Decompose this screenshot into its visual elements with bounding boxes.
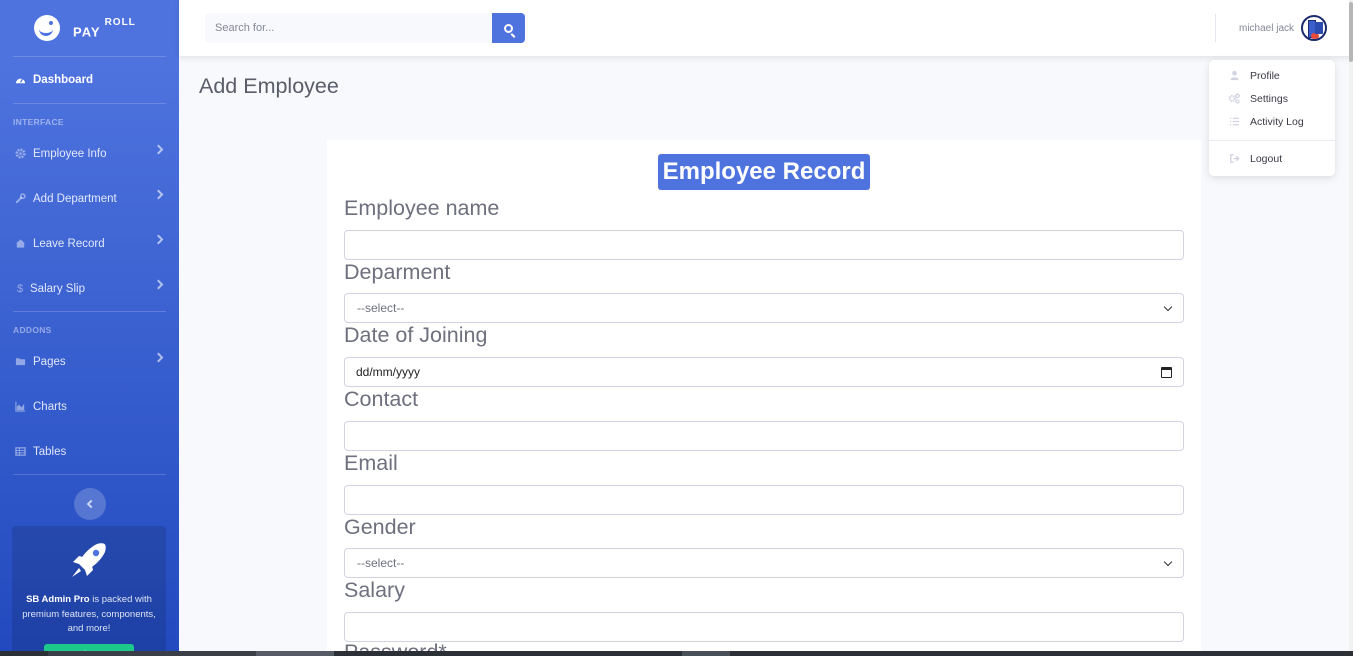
- topbar-divider: [1215, 14, 1216, 42]
- menu-divider: [1209, 140, 1335, 141]
- date-of-joining-label: Date of Joining: [344, 323, 488, 347]
- page-title: Add Employee: [199, 74, 339, 98]
- os-taskbar: [0, 651, 1353, 656]
- search-icon: [504, 23, 513, 33]
- sidebar-item-dashboard[interactable]: Dashboard: [0, 57, 179, 103]
- brand[interactable]: PAYROLL: [0, 0, 179, 56]
- sidebar-item-pages[interactable]: Pages: [0, 339, 179, 384]
- wrench-icon: [14, 193, 26, 205]
- sidebar-item-salary-slip[interactable]: $ Salary Slip: [0, 266, 179, 311]
- chevron-right-icon: [153, 144, 164, 155]
- sidebar-toggle-button[interactable]: [73, 488, 106, 520]
- salary-input[interactable]: [344, 612, 1184, 642]
- chevron-right-icon: [153, 234, 164, 245]
- search-button[interactable]: [492, 13, 525, 43]
- sidebar-item-label: Charts: [33, 400, 67, 413]
- menu-item-label: Logout: [1250, 152, 1283, 165]
- home-icon: [14, 238, 26, 250]
- employee-form-card: Employee Record Employee name Deparment …: [327, 140, 1201, 656]
- menu-item-activity-log[interactable]: Activity Log: [1209, 110, 1335, 133]
- tachometer-icon: [14, 74, 26, 86]
- email-input[interactable]: [344, 485, 1184, 515]
- chevron-left-icon: [86, 499, 96, 509]
- sidebar-item-label: Tables: [33, 445, 67, 458]
- sidebar-heading-addons: ADDONS: [13, 325, 52, 335]
- chevron-right-icon: [153, 189, 164, 200]
- menu-item-label: Profile: [1250, 69, 1280, 82]
- table-icon: [14, 446, 26, 458]
- sidebar-heading-interface: INTERFACE: [13, 117, 64, 127]
- chevron-down-icon: [1163, 557, 1173, 567]
- menu-item-label: Activity Log: [1250, 115, 1304, 128]
- sidebar-item-leave-record[interactable]: Leave Record: [0, 221, 179, 266]
- gender-select-value: --select--: [357, 556, 405, 570]
- gear-icon: [14, 148, 26, 160]
- email-label: Email: [344, 451, 398, 475]
- topbar: michael jack: [179, 0, 1353, 56]
- sidebar-item-label: Pages: [33, 355, 66, 368]
- user-name: michael jack: [1239, 22, 1295, 34]
- sidebar-item-label: Salary Slip: [30, 282, 85, 295]
- chevron-right-icon: [153, 279, 164, 290]
- chevron-down-icon: [1163, 302, 1173, 312]
- contact-input[interactable]: [344, 421, 1184, 451]
- gender-select[interactable]: --select--: [344, 548, 1184, 578]
- date-of-joining-value: dd/mm/yyyy: [356, 365, 421, 379]
- sidebar: PAYROLL Dashboard INTERFACE Employee Inf…: [0, 0, 179, 656]
- dollar-icon: $: [16, 282, 24, 295]
- promo-text: SB Admin Pro is packed with premium feat…: [22, 594, 156, 634]
- folder-icon: [14, 356, 26, 368]
- menu-item-profile[interactable]: Profile: [1209, 64, 1335, 87]
- sidebar-item-label: Add Department: [33, 192, 117, 205]
- department-select-value: --select--: [357, 301, 405, 315]
- salary-label: Salary: [344, 578, 405, 602]
- sidebar-item-label: Employee Info: [33, 147, 107, 160]
- promo-card: SB Admin Pro is packed with premium feat…: [12, 526, 166, 656]
- chart-area-icon: [14, 401, 26, 413]
- user-icon: [1228, 70, 1240, 82]
- gender-label: Gender: [344, 515, 416, 539]
- brand-logo-icon: [34, 15, 60, 41]
- contact-label: Contact: [344, 387, 419, 411]
- sign-out-icon: [1228, 153, 1240, 165]
- menu-item-label: Settings: [1250, 92, 1288, 105]
- employee-name-input[interactable]: [344, 230, 1184, 260]
- department-label: Deparment: [344, 260, 451, 284]
- user-dropdown-menu: Profile Settings Activity Log Logout: [1209, 60, 1335, 176]
- sidebar-item-tables[interactable]: Tables: [0, 429, 179, 474]
- calendar-icon[interactable]: [1161, 367, 1172, 378]
- sidebar-item-label: Dashboard: [33, 74, 94, 86]
- sidebar-item-charts[interactable]: Charts: [0, 384, 179, 429]
- chevron-right-icon: [153, 352, 164, 363]
- search-bar: [205, 13, 525, 43]
- date-of-joining-input[interactable]: dd/mm/yyyy: [344, 357, 1184, 387]
- list-icon: [1228, 116, 1240, 128]
- user-menu-toggle[interactable]: michael jack: [1239, 15, 1328, 41]
- department-select[interactable]: --select--: [344, 293, 1184, 323]
- brand-name: PAYROLL: [73, 16, 136, 40]
- sidebar-item-label: Leave Record: [33, 237, 105, 250]
- search-input[interactable]: [205, 13, 492, 43]
- sidebar-item-employee-info[interactable]: Employee Info: [0, 131, 179, 176]
- sidebar-item-add-department[interactable]: Add Department: [0, 176, 179, 221]
- menu-item-logout[interactable]: Logout: [1209, 147, 1335, 170]
- page-scrollbar[interactable]: [1349, 0, 1353, 656]
- sidebar-divider: [13, 474, 166, 475]
- rocket-illustration: [72, 543, 106, 577]
- card-title: Employee Record: [658, 154, 870, 190]
- avatar: [1301, 15, 1328, 41]
- cogs-icon: [1228, 93, 1240, 105]
- scrollbar-thumb[interactable]: [1349, 2, 1353, 62]
- menu-item-settings[interactable]: Settings: [1209, 87, 1335, 110]
- employee-name-label: Employee name: [344, 196, 500, 220]
